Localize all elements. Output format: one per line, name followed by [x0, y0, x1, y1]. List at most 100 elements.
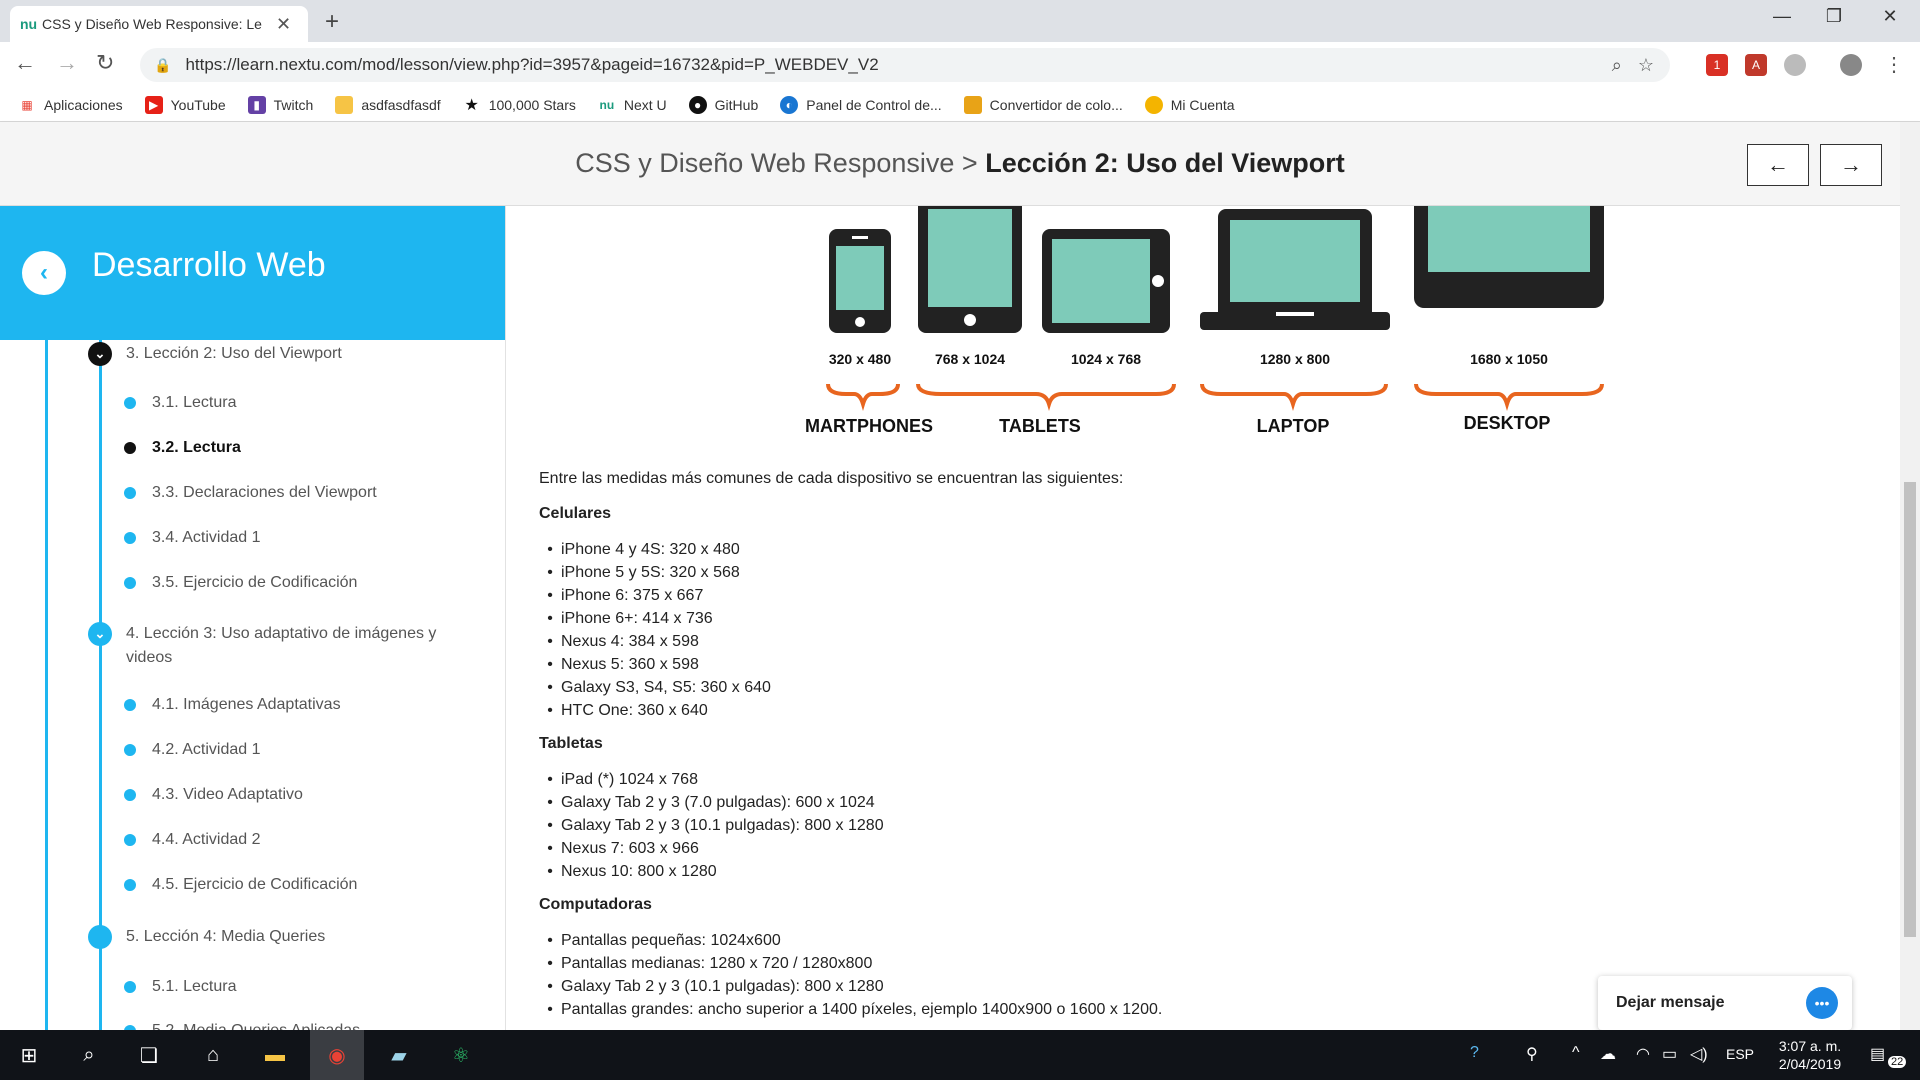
list-item: • iPhone 6: 375 x 667: [547, 587, 704, 604]
section-title: Tabletas: [539, 735, 603, 752]
bookmark-label: 100,000 Stars: [488, 96, 576, 113]
profile-avatar-icon[interactable]: [1840, 54, 1862, 76]
sidebar-item-label: 3.2. Lectura: [152, 439, 241, 456]
circle-extension-icon[interactable]: [1784, 54, 1806, 76]
file-explorer-icon[interactable]: ▬: [248, 1030, 302, 1080]
bookmark-folder[interactable]: asdfasdfasdf: [335, 95, 441, 114]
scrollbar-thumb[interactable]: [1904, 482, 1916, 937]
search-icon[interactable]: ⌕: [62, 1030, 116, 1080]
bookmark-converter[interactable]: Convertidor de colo...: [963, 95, 1123, 114]
youtube-icon: ▶: [144, 95, 163, 114]
sidebar-item[interactable]: 3.1. Lectura: [124, 394, 237, 412]
back-chevron-icon[interactable]: ‹: [22, 251, 66, 295]
bookmark-label: YouTube: [170, 96, 226, 113]
bookmark-stars[interactable]: ★ 100,000 Stars: [463, 96, 576, 114]
account-icon: [1144, 95, 1163, 114]
bookmark-panel[interactable]: ◐ Panel de Control de...: [780, 95, 942, 114]
chat-widget[interactable]: Dejar mensaje •••: [1598, 976, 1852, 1030]
sidebar-item[interactable]: 4.4. Actividad 2: [124, 831, 261, 849]
sidebar-item-label: 3.5. Ejercicio de Codificación: [152, 574, 358, 591]
window-close-icon[interactable]: ✕: [1870, 6, 1910, 27]
onedrive-icon[interactable]: ☁: [1600, 1044, 1616, 1064]
notification-count: 22: [1888, 1056, 1907, 1068]
lesson-item-4[interactable]: 5. Lección 4: Media Queries: [88, 925, 456, 949]
sidebar-item[interactable]: 3.5. Ejercicio de Codificación: [124, 574, 357, 592]
breadcrumb-course[interactable]: CSS y Diseño Web Responsive: [575, 148, 954, 178]
sidebar-item[interactable]: 4.2. Actividad 1: [124, 741, 261, 759]
store-app-icon[interactable]: ⌂: [186, 1030, 240, 1080]
sidebar-item-label: 5.2. Media Queries Aplicadas: [152, 1022, 360, 1030]
tab-close-icon[interactable]: ✕: [276, 14, 291, 35]
bookmarks-bar: ▦ Aplicaciones ▶ YouTube ▮ Twitch asdfasdfa…: [0, 88, 1920, 122]
minimize-icon[interactable]: —: [1762, 6, 1802, 27]
device-resolutions-figure: 320 x 480 768 x 1024 1024 x 768 1280 x 8…: [806, 206, 1604, 434]
atom-app-icon[interactable]: ⚛: [434, 1030, 488, 1080]
sidebar-item[interactable]: 3.4. Actividad 1: [124, 529, 261, 547]
notifications-icon[interactable]: ▤: [1870, 1044, 1885, 1064]
bookmark-nextu[interactable]: nu Next U: [598, 96, 667, 114]
bookmark-label: Mi Cuenta: [1170, 96, 1235, 113]
tablet-portrait-illustration: [918, 206, 1022, 333]
intro-paragraph: Entre las medidas más comunes de cada di…: [539, 470, 1124, 487]
reload-icon[interactable]: ↻: [96, 50, 114, 76]
sidebar-item[interactable]: 4.1. Imágenes Adaptativas: [124, 696, 341, 714]
bookmark-github[interactable]: ● GitHub: [688, 95, 758, 114]
sidebar-item[interactable]: 5.1. Lectura: [124, 978, 237, 996]
battery-icon[interactable]: ▭: [1662, 1044, 1677, 1064]
browser-tab[interactable]: nu CSS y Diseño Web Responsive: Le ✕: [10, 6, 308, 42]
volume-icon[interactable]: ◁): [1690, 1044, 1708, 1064]
editor-app-icon[interactable]: ▰: [372, 1030, 426, 1080]
sidebar-item[interactable]: 4.3. Video Adaptativo: [124, 786, 303, 804]
language-indicator[interactable]: ESP: [1726, 1046, 1754, 1062]
twitch-icon: ▮: [247, 95, 266, 114]
people-icon[interactable]: ⚲: [1526, 1044, 1538, 1064]
computadoras-list: • Pantallas pequeñas: 1024x600 • Pantallas…: [539, 929, 1162, 1021]
menu-kebab-icon[interactable]: ⋮: [1884, 52, 1904, 77]
extension-badge: 1: [1713, 58, 1721, 72]
bookmark-apps[interactable]: ▦ Aplicaciones: [18, 96, 122, 114]
list-item: • Nexus 7: 603 x 966: [547, 840, 699, 857]
bookmark-label: Next U: [623, 96, 667, 113]
group-label: TABLETS: [999, 416, 1081, 434]
taskbar-clock[interactable]: 3:07 a. m. 2/04/2019: [1760, 1037, 1860, 1073]
prev-page-button[interactable]: ←: [1747, 144, 1809, 186]
bullet-dot-icon: [124, 532, 136, 544]
next-page-button[interactable]: →: [1820, 144, 1882, 186]
bookmark-account[interactable]: Mi Cuenta: [1144, 95, 1235, 114]
wifi-icon[interactable]: ◠: [1636, 1044, 1650, 1064]
maximize-icon[interactable]: ❐: [1814, 6, 1854, 27]
forward-arrow-icon[interactable]: →: [56, 50, 78, 76]
tray-chevron-icon[interactable]: ^: [1572, 1044, 1580, 1062]
bookmark-youtube[interactable]: ▶ YouTube: [144, 95, 226, 114]
course-sidebar: ‹ Desarrollo Web ⌄ 3. Lección 2: Uso del…: [0, 206, 506, 1030]
group-label: LAPTOP: [1257, 416, 1330, 434]
lesson-label: 4. Lección 3: Uso adaptativo de imágenes…: [126, 625, 437, 666]
page-scrollbar[interactable]: [1900, 122, 1920, 1030]
bullet-dot-icon: [124, 487, 136, 499]
sidebar-item[interactable]: 5.2. Media Queries Aplicadas: [124, 1022, 360, 1030]
bookmark-star-icon[interactable]: ☆: [1638, 55, 1654, 76]
sidebar-item-active[interactable]: 3.2. Lectura: [124, 439, 241, 457]
list-item: • HTC One: 360 x 640: [547, 702, 708, 719]
sidebar-item[interactable]: 4.5. Ejercicio de Codificación: [124, 876, 357, 894]
next-arrow-icon: →: [1840, 152, 1862, 177]
bullet-dot-icon: [124, 789, 136, 801]
new-tab-icon[interactable]: +: [325, 8, 339, 36]
help-icon[interactable]: ?: [1470, 1044, 1479, 1062]
sidebar-item[interactable]: 3.3. Declaraciones del Viewport: [124, 484, 377, 502]
zoom-icon[interactable]: ⌕: [1612, 55, 1622, 76]
chat-bubble-icon[interactable]: •••: [1806, 987, 1838, 1019]
address-bar[interactable]: 🔒 https://learn.nextu.com/mod/lesson/vie…: [140, 48, 1670, 82]
bookmark-twitch[interactable]: ▮ Twitch: [247, 95, 313, 114]
lesson-item-2[interactable]: ⌄ 3. Lección 2: Uso del Viewport: [88, 342, 456, 366]
back-arrow-icon[interactable]: ←: [14, 50, 36, 76]
task-view-icon[interactable]: ❏: [122, 1030, 176, 1080]
pdf-extension-icon[interactable]: A: [1745, 54, 1767, 76]
windows-start-icon[interactable]: ⊞: [2, 1030, 56, 1080]
chrome-app-icon[interactable]: ◉: [310, 1030, 364, 1080]
list-item: • Galaxy S3, S4, S5: 360 x 640: [547, 679, 771, 696]
extension-icon[interactable]: 1: [1706, 54, 1728, 76]
lesson-item-3[interactable]: ⌄ 4. Lección 3: Uso adaptativo de imágen…: [88, 622, 456, 670]
course-title: Desarrollo Web: [92, 246, 326, 284]
converter-icon: [963, 95, 982, 114]
